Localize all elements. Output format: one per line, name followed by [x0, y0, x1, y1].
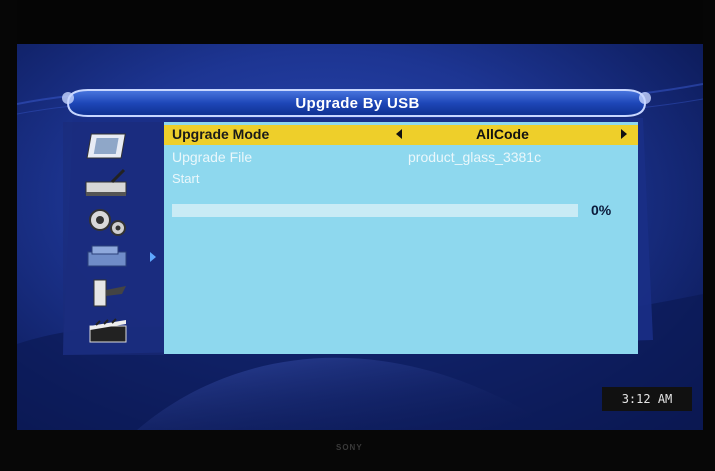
- satellite-receiver-icon[interactable]: [82, 168, 134, 202]
- arrow-left-icon[interactable]: [396, 129, 402, 139]
- tv-bezel-left: [0, 0, 17, 471]
- arrow-right-icon[interactable]: [621, 129, 627, 139]
- tools-icon[interactable]: [82, 240, 134, 274]
- brand-logo: SONY: [336, 443, 363, 452]
- start-row[interactable]: Start: [164, 170, 638, 190]
- tv-bezel-top: [0, 0, 715, 44]
- upgrade-mode-row[interactable]: Upgrade Mode AllCode: [164, 125, 638, 145]
- gears-icon[interactable]: [82, 204, 134, 238]
- tv-bezel-right: [703, 0, 715, 471]
- start-label: Start: [172, 171, 200, 186]
- upgrade-mode-label: Upgrade Mode: [172, 126, 270, 142]
- upgrade-mode-value: AllCode: [476, 126, 529, 142]
- clapperboard-icon[interactable]: [82, 312, 134, 346]
- progress-bar: [172, 204, 578, 217]
- upgrade-file-label: Upgrade File: [172, 149, 253, 165]
- progress-percent: 0%: [591, 202, 612, 218]
- picture-icon[interactable]: [82, 130, 134, 164]
- upgrade-file-value: product_glass_3381c: [408, 149, 542, 165]
- dialog-title: Upgrade By USB: [295, 95, 420, 112]
- upgrade-file-row[interactable]: Upgrade File product_glass_3381c: [164, 148, 638, 168]
- selected-indicator-icon: [150, 252, 156, 262]
- clock-display: 3:12 AM: [602, 387, 692, 411]
- hand-tools-icon[interactable]: [82, 276, 134, 310]
